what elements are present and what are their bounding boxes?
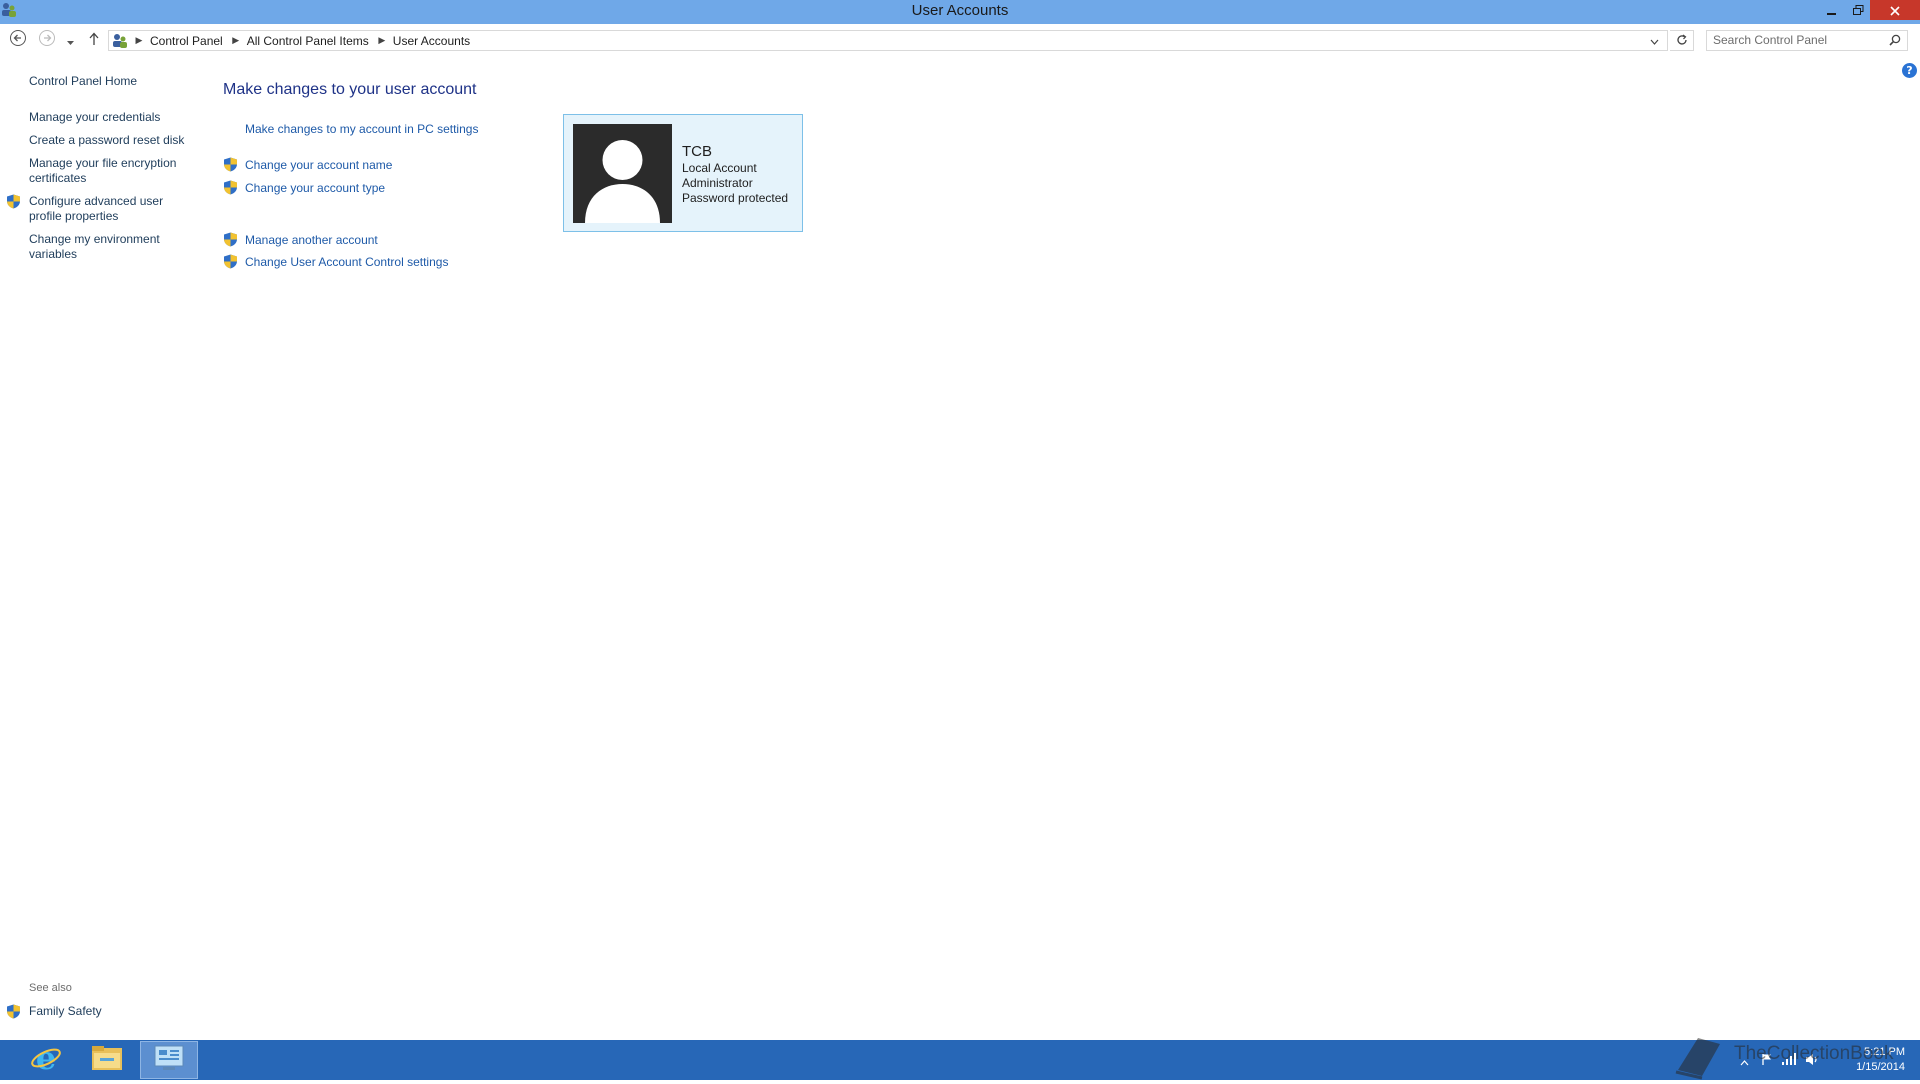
navigation-bar: ▶ Control Panel ▶ All Control Panel Item… [0,28,1920,52]
pc-settings-link[interactable]: Make changes to my account in PC setting… [245,122,478,136]
chevron-down-icon [66,31,75,50]
uac-shield-icon [6,194,21,209]
see-also-label: See also [29,982,72,994]
sidebar-item-control-panel-home[interactable]: Control Panel Home [29,74,189,89]
avatar [573,124,672,223]
search-input[interactable]: Search Control Panel [1706,30,1908,51]
uac-shield-icon [6,1004,21,1019]
window-title: User Accounts [911,2,1009,19]
recent-locations-button[interactable] [63,30,77,50]
address-bar[interactable]: ▶ Control Panel ▶ All Control Panel Item… [108,30,1668,51]
uac-shield-icon [223,232,238,247]
up-arrow-icon [88,31,100,50]
sidebar-item-password-reset-disk[interactable]: Create a password reset disk [29,133,189,148]
file-explorer-icon [91,1044,123,1076]
help-icon[interactable]: ? [1902,63,1917,78]
uac-shield-icon [223,254,238,269]
breadcrumb-user-accounts[interactable]: User Accounts [389,34,476,48]
minimize-icon [1827,1,1837,20]
restore-icon [1852,1,1864,20]
manage-another-account-link[interactable]: Manage another account [245,233,378,247]
change-account-type-link[interactable]: Change your account type [245,181,385,195]
sidebar-item-environment-variables[interactable]: Change my environment variables [29,232,189,262]
chevron-right-icon[interactable]: ▶ [375,35,389,46]
up-button[interactable] [84,30,104,50]
change-account-name-link[interactable]: Change your account name [245,158,392,172]
account-status: Password protected [682,191,789,205]
account-type: Local Account [682,161,757,175]
control-panel-icon [153,1044,185,1076]
account-info: TCB Local Account Administrator Password… [682,143,788,206]
sidebar-item-file-encryption[interactable]: Manage your file encryption certificates [29,156,189,186]
taskbar-internet-explorer[interactable]: e [17,1039,75,1079]
address-dropdown-icon[interactable] [1650,34,1659,48]
restore-button[interactable] [1844,0,1872,20]
taskbar: e 5:21 PM 1/15/2014 [0,1039,1920,1080]
internet-explorer-icon: e [30,1039,62,1078]
forward-arrow-icon [38,29,56,51]
taskbar-control-panel[interactable] [140,1041,198,1079]
account-tile[interactable]: TCB Local Account Administrator Password… [563,114,803,232]
back-button[interactable] [8,30,28,50]
breadcrumb-control-panel[interactable]: Control Panel [146,34,229,48]
minimize-button[interactable] [1818,0,1846,20]
back-arrow-icon [9,29,27,51]
title-bar: User Accounts [0,0,1920,24]
forward-button[interactable] [37,30,57,50]
close-icon [1890,1,1900,20]
chevron-right-icon[interactable]: ▶ [132,35,146,46]
refresh-button[interactable] [1670,30,1694,51]
page-title: Make changes to your user account [223,81,477,98]
family-safety-link[interactable]: Family Safety [29,1004,102,1018]
uac-settings-link[interactable]: Change User Account Control settings [245,255,448,269]
search-icon[interactable] [1889,34,1901,49]
sidebar-item-advanced-profile[interactable]: Configure advanced user profile properti… [29,194,189,224]
search-placeholder: Search Control Panel [1713,33,1828,47]
refresh-icon [1676,31,1688,50]
user-accounts-icon [112,33,128,49]
uac-shield-icon [223,180,238,195]
sidebar-item-manage-credentials[interactable]: Manage your credentials [29,110,189,125]
uac-shield-icon [223,157,238,172]
account-name: TCB [682,143,712,160]
chevron-right-icon[interactable]: ▶ [229,35,243,46]
watermark-text: TheCollectionBook [1734,1043,1894,1064]
svg-text:e: e [36,1042,56,1074]
taskbar-file-explorer[interactable] [78,1041,136,1079]
breadcrumb-all-control-panel-items[interactable]: All Control Panel Items [243,34,375,48]
close-button[interactable] [1870,0,1920,20]
account-role: Administrator [682,176,753,190]
